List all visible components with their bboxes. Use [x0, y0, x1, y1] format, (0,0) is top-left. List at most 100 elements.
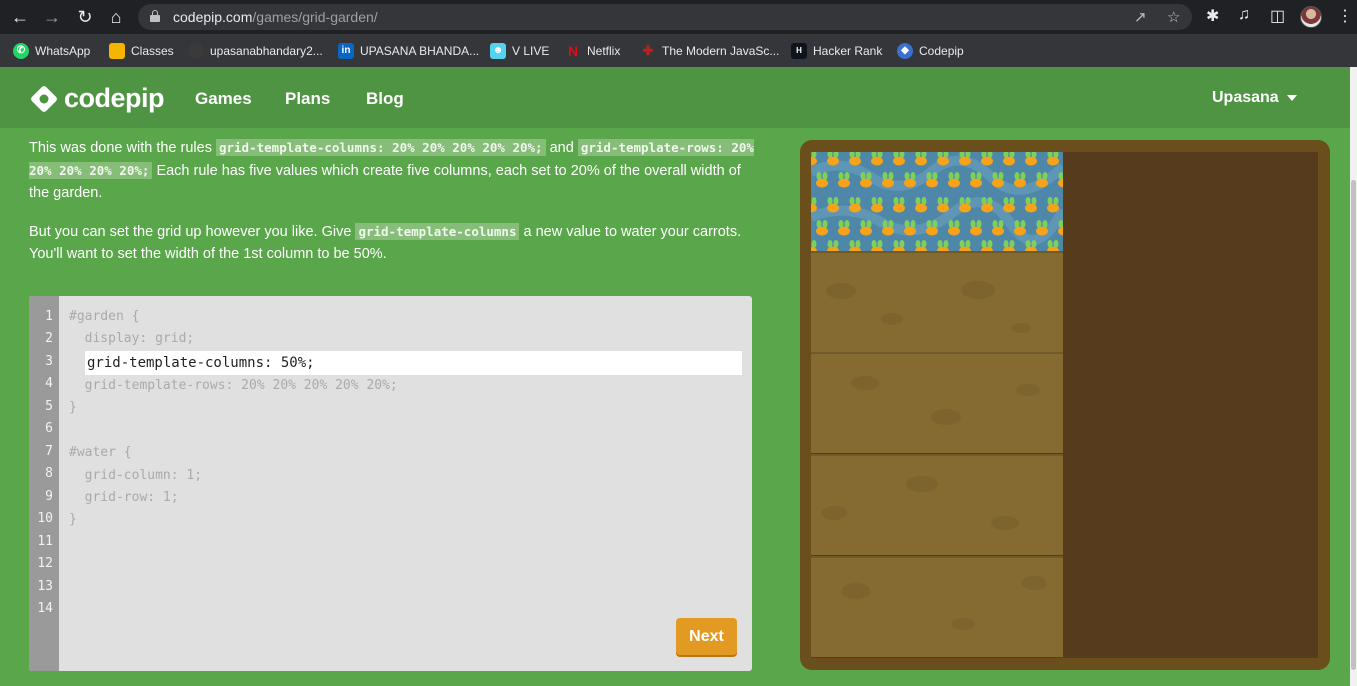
bookmark-star-icon[interactable]: ☆: [1167, 8, 1180, 26]
bookmark-label: WhatsApp: [35, 43, 91, 58]
bookmark-label: Netflix: [587, 43, 621, 58]
codepip-icon: ◆: [897, 42, 913, 59]
carrot-icon: [915, 156, 927, 166]
carrot-icon: [871, 203, 883, 213]
line-number: 12: [37, 556, 53, 571]
carrot-icon: [816, 226, 828, 236]
line-number: 6: [45, 421, 53, 436]
code-line: #garden {: [69, 309, 140, 324]
media-control-icon[interactable]: ♫: [1238, 6, 1250, 24]
carrot-icon: [849, 156, 861, 166]
address-bar[interactable]: codepip.com/games/grid-garden/ ↗ ☆: [138, 4, 1192, 30]
netflix-icon: N: [567, 42, 579, 59]
bookmark-classes[interactable]: Classes: [109, 42, 174, 59]
codepip-logo[interactable]: codepip: [30, 83, 165, 114]
carrot-icon: [849, 203, 861, 213]
hackerrank-icon: H: [791, 42, 807, 59]
github-icon: [188, 42, 204, 59]
inline-code: grid-template-columns: 20% 20% 20% 20% 2…: [215, 139, 546, 156]
bookmark-label: The Modern JavaSc...: [662, 43, 780, 58]
carrot-icon: [838, 226, 850, 236]
carrot-icon: [811, 156, 817, 166]
scrollbar-thumb[interactable]: [1351, 180, 1356, 670]
carrot-icon: [926, 178, 938, 188]
css-answer-input[interactable]: [85, 351, 742, 375]
code-line: grid-column: 1;: [69, 468, 203, 483]
bookmark-modern-javascript[interactable]: ✚ The Modern JavaSc...: [640, 42, 780, 59]
code-line: grid-row: 1;: [69, 490, 179, 505]
javascript-info-icon: ✚: [642, 42, 654, 58]
soil-plot: [811, 556, 1063, 657]
bookmark-label: V LIVE: [512, 43, 550, 58]
carrot-icon: [992, 178, 1004, 188]
carrot-icon: [882, 178, 894, 188]
carrot-icon: [882, 226, 894, 236]
bookmark-vlive[interactable]: ☻ V LIVE: [490, 42, 549, 59]
soil-plot: [811, 352, 1063, 453]
menu-kebab-icon[interactable]: ⋮: [1337, 6, 1353, 26]
forward-icon[interactable]: →: [40, 6, 64, 28]
bookmark-whatsapp[interactable]: ✆ WhatsApp: [13, 42, 90, 59]
share-icon[interactable]: ↗: [1134, 8, 1147, 26]
site-header: codepip Games Plans Blog Upasana: [0, 67, 1350, 128]
water-area: [811, 152, 1063, 251]
carrot-icon: [959, 156, 971, 166]
css-editor: 1 2 3 4 5 6 7 8 9 10 11 12 13 14 #garden…: [29, 296, 752, 671]
carrot-icon: [1014, 178, 1026, 188]
reload-icon[interactable]: ↻: [73, 6, 97, 28]
next-button[interactable]: Next: [676, 618, 737, 655]
logo-text: codepip: [64, 83, 165, 113]
text: But you can set the grid up however you …: [29, 223, 356, 240]
side-panel-icon[interactable]: ◫: [1270, 6, 1285, 26]
line-number: 7: [45, 444, 53, 459]
line-number: 4: [45, 376, 53, 391]
inline-code: grid-template-columns: [355, 222, 520, 240]
bookmark-linkedin[interactable]: in UPASANA BHANDA...: [338, 42, 479, 59]
user-menu[interactable]: Upasana: [1212, 89, 1297, 107]
carrot-icon: [948, 226, 960, 236]
instruction-paragraph-1: This was done with the rules grid-templa…: [29, 137, 754, 205]
instructions: This was done with the rules grid-templa…: [29, 137, 754, 282]
home-icon[interactable]: ⌂: [104, 6, 128, 28]
carrot-icon: [816, 178, 828, 188]
carrot-icon: [827, 203, 839, 213]
nav-games[interactable]: Games: [195, 89, 252, 109]
back-icon[interactable]: ←: [8, 6, 32, 28]
carrot-icon: [893, 156, 905, 166]
bookmark-label: Classes: [131, 43, 174, 58]
carrot-icon: [1003, 156, 1015, 166]
carrot-water-pattern: [811, 152, 1063, 251]
codepip-logo-icon: [30, 85, 58, 113]
bookmark-codepip[interactable]: ◆ Codepip: [897, 42, 964, 59]
carrot-icon: [860, 226, 872, 236]
lock-icon: [150, 10, 160, 22]
carrot-icon: [1025, 203, 1037, 213]
bookmark-hackerrank[interactable]: H Hacker Rank: [791, 42, 882, 59]
whatsapp-icon: ✆: [13, 42, 29, 59]
carrot-icon: [827, 156, 839, 166]
carrot-icon: [1047, 203, 1059, 213]
bookmark-github[interactable]: upasanabhandary2...: [188, 42, 323, 59]
carrot-icon: [1036, 178, 1048, 188]
carrot-icon: [948, 178, 960, 188]
carrot-icon: [970, 226, 982, 236]
bookmarks-bar: ✆ WhatsApp Classes upasanabhandary2... i…: [0, 34, 1357, 67]
code-line: #water {: [69, 445, 132, 460]
carrot-icon: [937, 203, 949, 213]
line-number-gutter: 1 2 3 4 5 6 7 8 9 10 11 12 13 14: [29, 296, 59, 671]
nav-plans[interactable]: Plans: [285, 89, 330, 109]
carrot-icon: [1014, 226, 1026, 236]
extensions-icon[interactable]: ✱: [1206, 6, 1219, 26]
line-number: 3: [45, 354, 53, 369]
bookmark-netflix[interactable]: N Netflix: [565, 42, 620, 59]
carrot-icon: [959, 203, 971, 213]
profile-avatar[interactable]: [1300, 6, 1322, 28]
nav-blog[interactable]: Blog: [366, 89, 404, 109]
soil-plot: [811, 454, 1063, 555]
line-number: 9: [45, 489, 53, 504]
carrot-icon: [915, 203, 927, 213]
garden-board: [811, 152, 1318, 658]
url-text[interactable]: codepip.com/games/grid-garden/: [173, 9, 378, 25]
carrot-icon: [1025, 156, 1037, 166]
linkedin-icon: in: [338, 42, 354, 59]
